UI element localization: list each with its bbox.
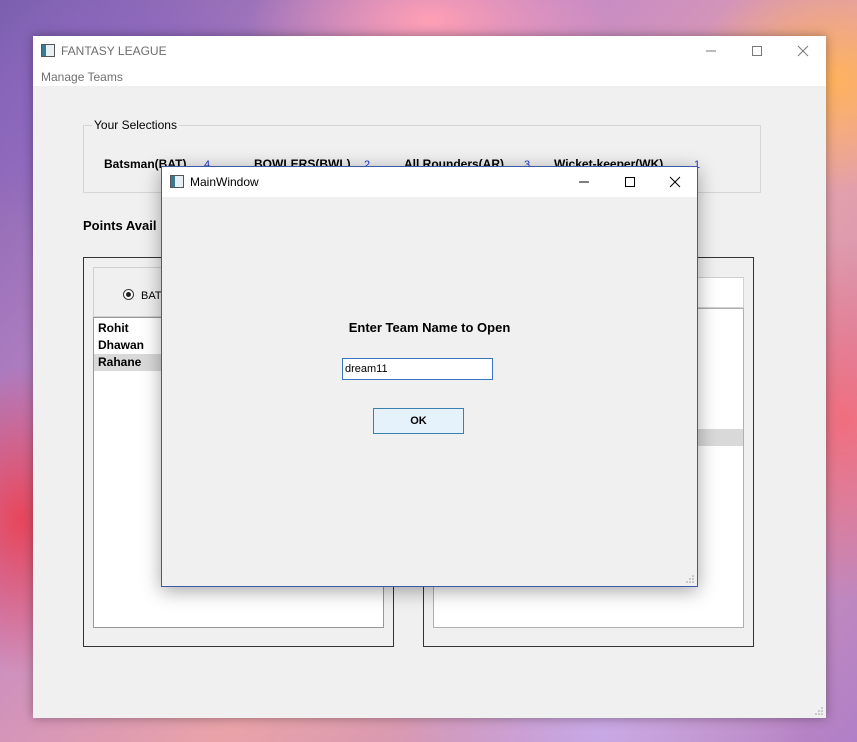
ok-button[interactable]: OK [373,408,464,434]
close-icon [669,176,681,188]
dialog-minimize-button[interactable] [561,167,607,197]
resize-grip-icon[interactable] [815,707,823,715]
close-button[interactable] [780,36,826,66]
dialog-maximize-button[interactable] [607,167,653,197]
minimize-icon [706,50,716,52]
menu-manage-teams[interactable]: Manage Teams [41,70,123,84]
team-name-input[interactable] [342,358,493,380]
points-available-label: Points Avail [83,218,157,233]
dialog-close-button[interactable] [652,167,698,197]
app-window-icon [41,44,55,57]
close-icon [797,45,809,57]
menubar: Manage Teams [33,66,826,86]
dialog-app-icon [170,175,184,188]
minimize-icon [579,181,589,183]
bat-radio[interactable] [123,289,134,300]
maximize-icon [752,46,762,56]
dialog-titlebar[interactable]: MainWindow [162,167,697,197]
maximize-button[interactable] [734,36,780,66]
your-selections-title: Your Selections [92,118,179,132]
maximize-icon [625,177,635,187]
team-name-prompt: Enter Team Name to Open [348,320,511,335]
main-titlebar[interactable]: FANTASY LEAGUE [33,36,826,66]
dialog-resize-grip-icon[interactable] [686,575,694,583]
minimize-button[interactable] [688,36,734,66]
main-window-title: FANTASY LEAGUE [61,44,167,58]
dialog-title: MainWindow [190,175,259,189]
open-team-dialog: MainWindow Enter Team Name to Open OK [161,166,698,587]
bat-radio-label: BAT [141,290,162,302]
